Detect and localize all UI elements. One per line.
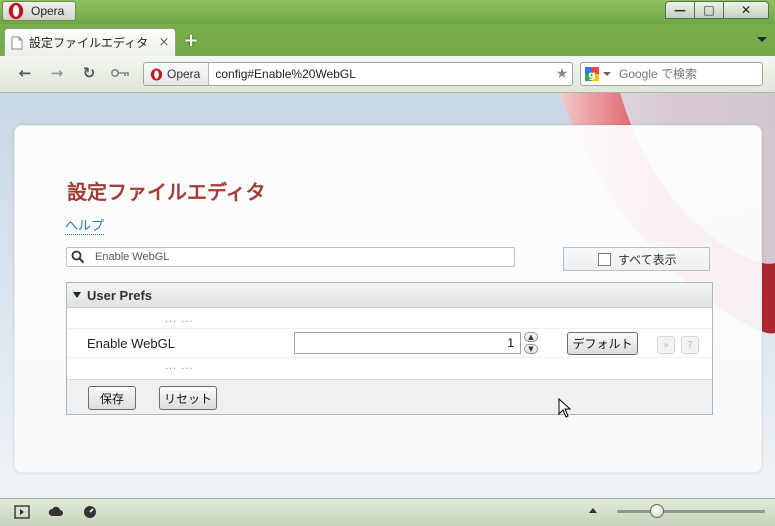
help-link[interactable]: ヘルプ — [65, 215, 105, 235]
site-badge-label: Opera — [167, 67, 201, 81]
minimize-icon: — — [674, 3, 686, 17]
search-input[interactable] — [617, 66, 762, 82]
tab-close-icon[interactable]: × — [157, 35, 171, 50]
tab-bar: 設定ファイルエディタ × + — [0, 24, 775, 56]
close-button[interactable]: ✕ — [723, 1, 769, 19]
turbo-gauge-icon[interactable] — [82, 505, 98, 519]
search-box[interactable]: g — [580, 62, 763, 86]
zoom-slider-thumb[interactable] — [650, 504, 664, 518]
pref-row: Enable WebGL ▲ ▼ デフォルト » ? — [67, 328, 712, 358]
status-bar — [0, 498, 775, 526]
pref-name: Enable WebGL — [87, 336, 175, 351]
tab-config-editor[interactable]: 設定ファイルエディタ × — [4, 28, 176, 56]
minimize-button[interactable]: — — [665, 1, 695, 19]
opera-badge-icon — [150, 67, 163, 81]
filter-field[interactable] — [66, 247, 515, 267]
address-bar[interactable]: Opera ★ — [143, 62, 573, 86]
key-icon — [111, 69, 129, 77]
pref-value-input[interactable] — [294, 332, 521, 354]
site-badge[interactable]: Opera — [144, 63, 210, 85]
back-button[interactable]: ← — [14, 64, 36, 82]
opera-logo-icon — [8, 2, 24, 20]
show-all-label: すべて表示 — [618, 252, 677, 267]
title-bar: Opera — □ ✕ — [0, 0, 775, 24]
hidden-prefs-ellipsis-bottom: ... ... — [165, 360, 194, 372]
document-icon — [11, 36, 23, 49]
new-tab-button[interactable]: + — [182, 32, 200, 50]
mouse-cursor-icon — [558, 398, 572, 418]
tab-label: 設定ファイルエディタ — [29, 36, 149, 50]
svg-text:g: g — [588, 70, 595, 81]
opera-menu-label: Opera — [31, 4, 65, 18]
spin-down-icon[interactable]: ▼ — [524, 344, 538, 354]
zoom-slider-track[interactable] — [617, 510, 765, 513]
show-all-checkbox[interactable] — [598, 252, 611, 266]
search-engine-dropdown-icon[interactable] — [603, 72, 611, 76]
search-icon — [71, 250, 85, 264]
forward-button[interactable]: → — [46, 64, 68, 82]
opera-menu-button[interactable]: Opera — [2, 1, 76, 21]
page-title: 設定ファイルエディタ — [67, 182, 266, 204]
zoom-menu-icon[interactable] — [589, 508, 597, 513]
hidden-prefs-ellipsis-top: ... ... — [165, 313, 194, 325]
page-content: 設定ファイルエディタ ヘルプ すべて表示 User Prefs ... ... … — [0, 93, 775, 498]
reset-button[interactable]: リセット — [159, 386, 217, 410]
forward-arrow-icon: → — [50, 64, 64, 82]
save-button[interactable]: 保存 — [88, 386, 136, 410]
back-arrow-icon: ← — [18, 64, 32, 82]
pref-value-spinner[interactable]: ▲ ▼ — [524, 332, 538, 354]
reload-button[interactable]: ↻ — [78, 64, 100, 82]
window-controls: — □ ✕ — [665, 1, 769, 19]
filter-input[interactable] — [93, 250, 514, 264]
show-all-toggle[interactable]: すべて表示 — [563, 247, 710, 271]
user-prefs-section: User Prefs ... ... Enable WebGL ▲ ▼ デフォル… — [66, 282, 713, 415]
pref-help-button[interactable]: ? — [681, 336, 699, 354]
reload-icon: ↻ — [82, 64, 96, 82]
collapse-triangle-icon[interactable] — [73, 292, 81, 298]
maximize-icon: □ — [703, 3, 715, 17]
section-title: User Prefs — [87, 287, 153, 303]
spin-up-icon[interactable]: ▲ — [524, 332, 538, 342]
pref-info-button[interactable]: » — [657, 336, 675, 354]
wand-button[interactable] — [110, 64, 132, 82]
bookmark-star-icon[interactable]: ★ — [552, 66, 572, 82]
default-button[interactable]: デフォルト — [567, 332, 638, 355]
section-header[interactable]: User Prefs — [67, 283, 712, 308]
config-panel: 設定ファイルエディタ ヘルプ すべて表示 User Prefs ... ... … — [14, 125, 762, 473]
url-input[interactable] — [209, 66, 552, 82]
panel-toggle-icon[interactable] — [14, 505, 30, 519]
opera-unite-cloud-icon[interactable] — [48, 505, 64, 519]
maximize-button[interactable]: □ — [694, 1, 724, 19]
tab-menu-chevron-down-icon[interactable] — [757, 37, 767, 42]
close-icon: ✕ — [740, 3, 752, 17]
google-icon: g — [585, 67, 599, 81]
section-footer: 保存 リセット — [67, 379, 712, 414]
address-toolbar: ← → ↻ Opera ★ g — [0, 56, 775, 93]
